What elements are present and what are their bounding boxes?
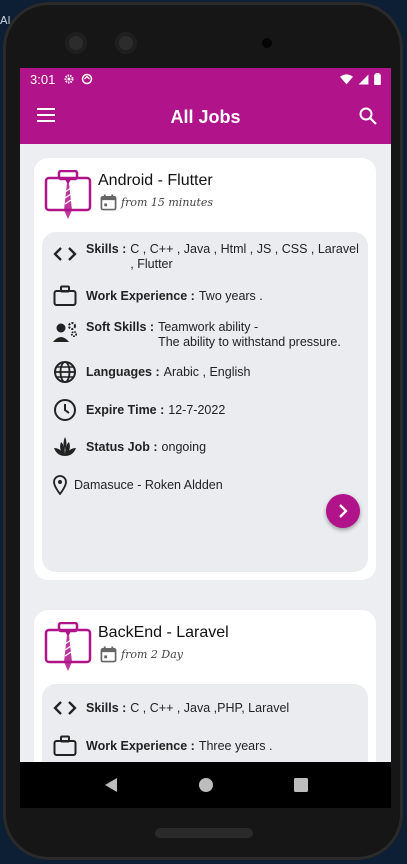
briefcase-tie-icon <box>44 622 92 671</box>
status-label: Status Job : <box>86 440 158 454</box>
posted-ago: from 2 Day <box>121 648 183 661</box>
briefcase-icon <box>53 285 77 306</box>
front-camera-right <box>115 32 137 54</box>
home-icon[interactable] <box>198 777 214 793</box>
status-time: 3:01 <box>30 71 56 87</box>
code-icon <box>53 701 77 715</box>
work-experience-label: Work Experience : <box>86 739 195 753</box>
job-details: Skills : C , C++ , Java , Html , JS , CS… <box>42 232 368 572</box>
calendar-icon <box>100 646 117 663</box>
page-title: All Jobs <box>170 106 241 127</box>
soft-skills-icon <box>53 322 78 342</box>
clock-icon <box>54 399 76 421</box>
briefcase-tie-icon <box>44 170 92 219</box>
screen: 3:01 All Jobs Android - Flutter from 15 … <box>20 68 391 808</box>
expire-time-row: Expire Time : 12-7-2022 <box>52 398 360 422</box>
status-bar: 3:01 <box>20 68 391 90</box>
jobs-list[interactable]: Android - Flutter from 15 minutes Skills… <box>20 144 391 762</box>
job-title: Android - Flutter <box>98 172 213 189</box>
status-value: ongoing <box>161 439 207 454</box>
languages-row: Languages : Arabic , English <box>52 360 360 384</box>
languages-label: Languages : <box>86 365 160 379</box>
skills-value: C , C++ , Java ,PHP, Laravel <box>130 700 290 715</box>
leaf-icon <box>54 437 76 456</box>
posted-ago: from 15 minutes <box>121 196 214 209</box>
skills-value: C , C++ , Java , Html , JS , CSS , Larav… <box>130 242 359 271</box>
job-details: Skills : C , C++ , Java ,PHP, Laravel Wo… <box>42 684 368 762</box>
chevron-right-icon <box>339 504 348 518</box>
signal-icon <box>358 74 369 84</box>
skills-label: Skills : <box>86 701 127 715</box>
soft-skills-row: Soft Skills : Teamwork ability - The abi… <box>52 320 360 350</box>
phone-frame: 3:01 All Jobs Android - Flutter from 15 … <box>3 2 403 860</box>
system-nav-bar <box>20 762 391 808</box>
job-card-header: BackEnd - Laravel from 2 Day <box>34 610 376 680</box>
location-row: Damasuce - Roken Aldden <box>52 473 360 497</box>
work-experience-value: Two years . <box>198 288 263 303</box>
briefcase-icon <box>53 735 77 756</box>
soft-skills-label: Soft Skills : <box>86 320 155 334</box>
work-experience-row: Work Experience : Two years . <box>52 284 360 308</box>
status-row: Status Job : ongoing <box>52 435 360 459</box>
posted-time: from 15 minutes <box>100 194 213 211</box>
location-value: Damasuce - Roken Aldden <box>74 477 223 492</box>
globe-icon <box>54 361 76 383</box>
wifi-icon <box>340 73 353 84</box>
settings-icon <box>64 74 74 84</box>
back-icon[interactable] <box>104 777 118 793</box>
skills-row: Skills : C , C++ , Java , Html , JS , CS… <box>52 242 360 272</box>
proximity-sensor <box>262 38 272 48</box>
work-experience-value: Three years . <box>198 738 273 753</box>
posted-time: from 2 Day <box>100 646 183 663</box>
data-saver-icon <box>82 73 93 85</box>
app-bar: All Jobs <box>20 90 391 144</box>
soft-skills-line-1: Teamwork ability - <box>158 320 259 334</box>
expire-time-label: Expire Time : <box>86 403 165 417</box>
job-card[interactable]: Android - Flutter from 15 minutes Skills… <box>34 158 376 580</box>
bottom-speaker <box>155 828 253 838</box>
skills-label: Skills : <box>86 242 127 256</box>
skills-row: Skills : C , C++ , Java ,PHP, Laravel <box>52 696 360 720</box>
code-icon <box>53 247 77 261</box>
job-card[interactable]: BackEnd - Laravel from 2 Day Skills : C … <box>34 610 376 762</box>
work-experience-row: Work Experience : Three years . <box>52 734 360 758</box>
soft-skills-line-2: The ability to withstand pressure. <box>158 335 341 349</box>
job-title: BackEnd - Laravel <box>98 624 229 641</box>
job-details-next-button[interactable] <box>326 494 360 528</box>
recents-icon[interactable] <box>293 778 308 792</box>
languages-value: Arabic , English <box>163 364 251 379</box>
search-icon[interactable] <box>359 107 377 125</box>
expire-time-value: 12-7-2022 <box>168 402 226 417</box>
work-experience-label: Work Experience : <box>86 289 195 303</box>
battery-icon <box>374 73 381 85</box>
job-card-header: Android - Flutter from 15 minutes <box>34 158 376 228</box>
calendar-icon <box>100 194 117 211</box>
location-pin-icon <box>53 475 67 495</box>
front-camera-left <box>65 32 87 54</box>
